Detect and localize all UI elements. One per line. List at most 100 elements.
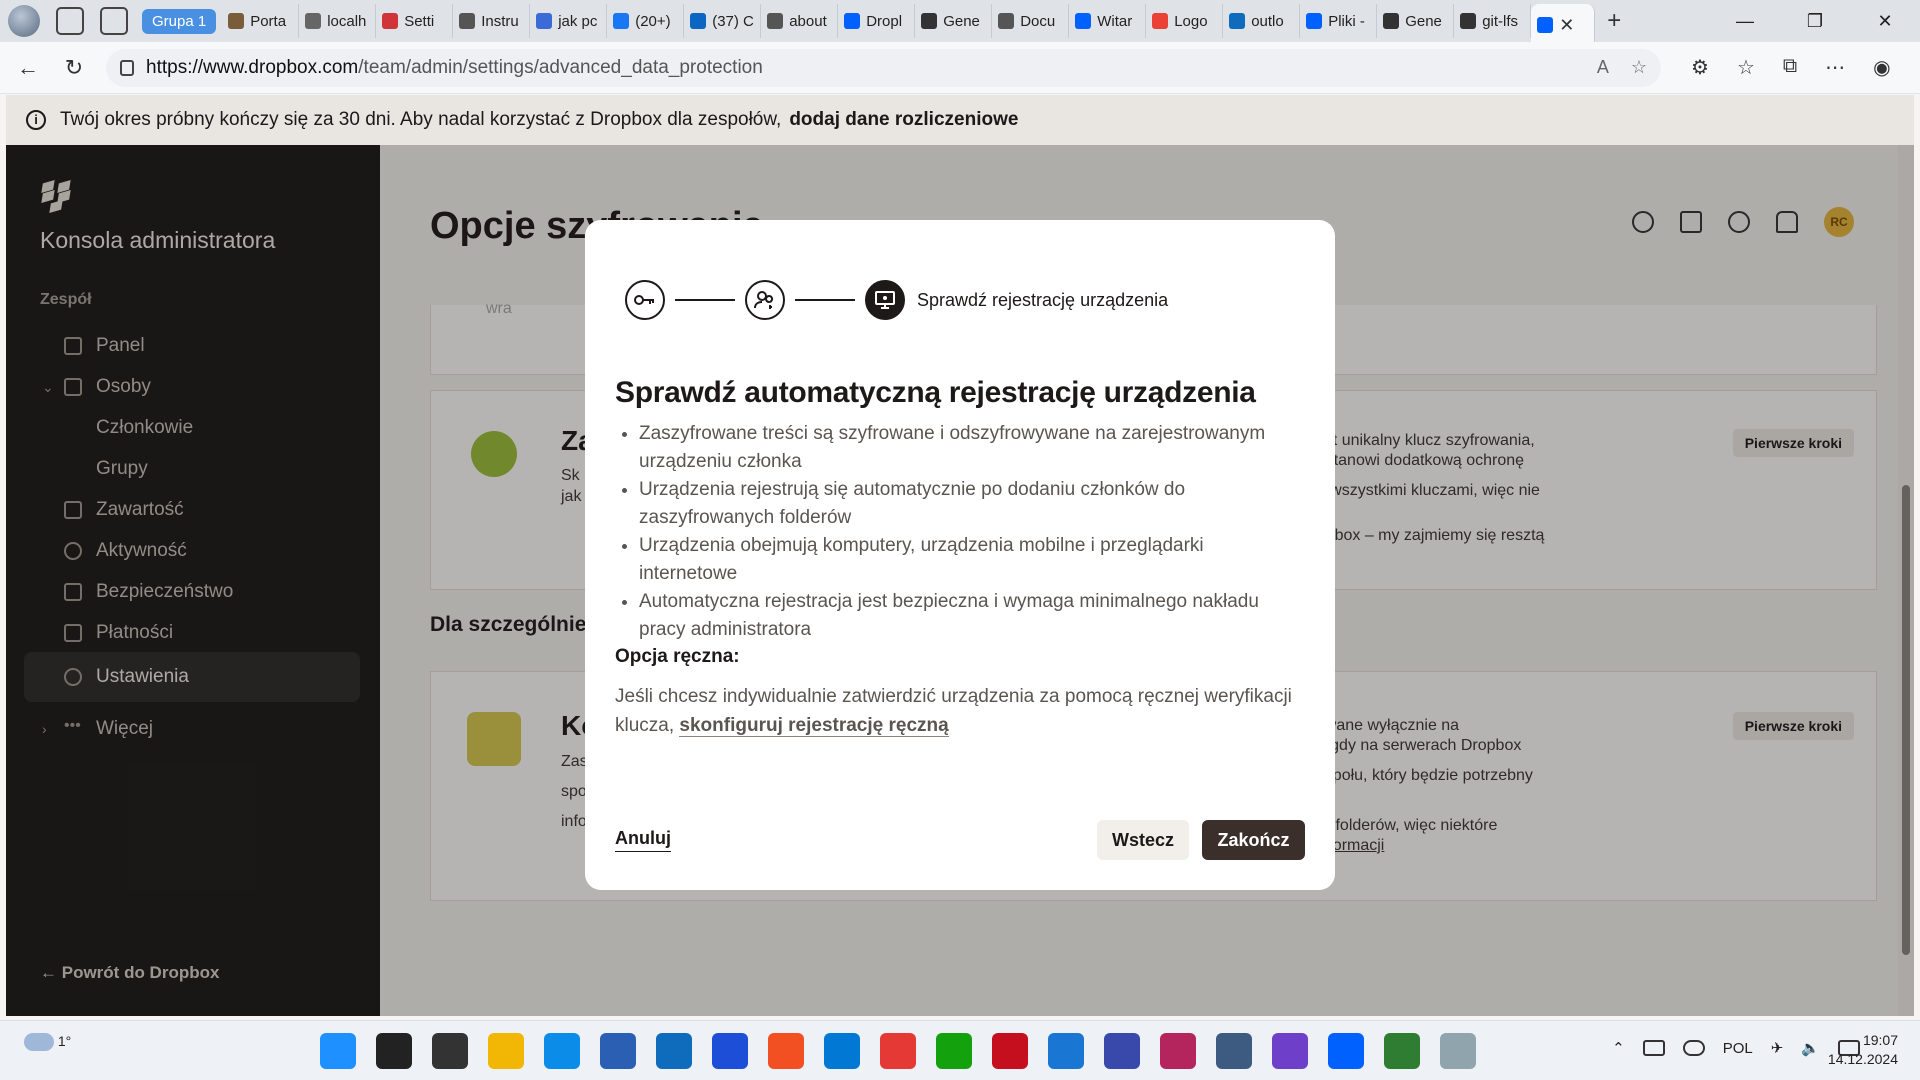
taskbar-app-icon[interactable] — [1272, 1033, 1308, 1069]
taskbar-app-icon[interactable] — [1328, 1033, 1364, 1069]
taskbar-app-icon[interactable] — [1048, 1033, 1084, 1069]
browser-tab[interactable]: Dropl — [838, 4, 916, 38]
taskbar-app-icon[interactable] — [488, 1033, 524, 1069]
weather-widget[interactable]: 1° — [24, 1033, 71, 1052]
cancel-button[interactable]: Anuluj — [615, 828, 671, 852]
tab-favicon-icon — [921, 13, 938, 29]
more-icon[interactable]: ⋯ — [1825, 55, 1845, 80]
window-controls: — ❐ ✕ — [1710, 0, 1920, 42]
info-icon: i — [26, 110, 46, 130]
taskbar-app-icon[interactable] — [656, 1033, 692, 1069]
minimize-icon[interactable]: — — [1710, 0, 1780, 42]
tab-group-chip[interactable]: Grupa 1 — [142, 8, 217, 34]
read-aloud-icon[interactable]: A — [1597, 57, 1609, 78]
taskbar: 1° ⌃ POL ✈ 🔈 19:07 14.12.2024 — [0, 1020, 1920, 1080]
volume-icon[interactable]: 🔈 — [1801, 1039, 1820, 1057]
tab-favicon-icon — [459, 13, 476, 29]
browser-tab[interactable]: Logo — [1146, 4, 1224, 38]
taskbar-app-icon[interactable] — [1160, 1033, 1196, 1069]
taskbar-app-icon[interactable] — [992, 1033, 1028, 1069]
clock[interactable]: 19:07 14.12.2024 — [1828, 1031, 1898, 1069]
browser-tab[interactable]: Gene — [1377, 4, 1455, 38]
browser-tab-strip: Grupa 1 Porta localh Setti Instru jak pc (20+… — [0, 0, 1920, 46]
url-field[interactable]: https://www.dropbox.com/team/admin/setti… — [106, 48, 1661, 87]
browser-tab[interactable]: Docu — [992, 4, 1070, 38]
tab-label: Setti — [404, 12, 435, 30]
tab-label: Gene — [943, 12, 980, 30]
tab-favicon-icon — [1152, 13, 1169, 29]
taskbar-app-icon[interactable] — [880, 1033, 916, 1069]
onedrive-icon[interactable] — [1682, 1040, 1705, 1056]
browser-tab[interactable]: outlo — [1223, 4, 1301, 38]
browser-tab[interactable]: Porta — [222, 4, 300, 38]
extensions-icon[interactable]: ⚙ — [1691, 55, 1709, 80]
taskbar-app-icon[interactable] — [712, 1033, 748, 1069]
taskbar-app-icon[interactable] — [1216, 1033, 1252, 1069]
favorites-icon[interactable]: ☆ — [1737, 55, 1755, 80]
back-arrow-icon[interactable]: ← — [10, 55, 46, 81]
browser-tab[interactable]: Witar — [1069, 4, 1147, 38]
language-indicator[interactable]: POL — [1723, 1040, 1753, 1057]
list-item: Urządzenia obejmują komputery, urządzeni… — [639, 532, 1307, 588]
browser-tab[interactable]: localh — [299, 4, 377, 38]
billing-link[interactable]: dodaj dane rozliczeniowe — [789, 109, 1018, 131]
close-window-icon[interactable]: ✕ — [1850, 0, 1920, 42]
browser-tab[interactable]: Setti — [376, 4, 454, 38]
step-connector — [795, 299, 855, 301]
taskbar-app-icon[interactable] — [936, 1033, 972, 1069]
taskbar-app-icon[interactable] — [824, 1033, 860, 1069]
browser-tab[interactable]: Pliki - — [1300, 4, 1378, 38]
browser-tab[interactable]: Instru — [453, 4, 531, 38]
key-icon — [634, 295, 654, 305]
tab-label: outlo — [1251, 12, 1284, 30]
restore-icon[interactable]: ❐ — [1780, 0, 1850, 42]
tab-favicon-icon — [1306, 13, 1323, 29]
browser-tab[interactable]: jak pc — [530, 4, 608, 38]
taskbar-app-icon[interactable] — [1104, 1033, 1140, 1069]
taskbar-app-icon[interactable] — [1384, 1033, 1420, 1069]
tab-favicon-icon — [998, 13, 1015, 29]
browser-tab[interactable]: (20+) — [607, 4, 685, 38]
tab-favicon-icon — [690, 13, 707, 29]
taskbar-app-icon[interactable] — [1440, 1033, 1476, 1069]
new-tab-icon[interactable]: + — [1607, 7, 1621, 35]
list-item: Automatyczna rejestracja jest bezpieczna… — [639, 588, 1307, 644]
profile-avatar[interactable] — [8, 5, 40, 37]
tab-favicon-icon — [536, 13, 553, 29]
tab-label: (37) C — [712, 12, 754, 30]
browser-tab[interactable]: (37) C — [684, 4, 762, 38]
collections-icon[interactable]: ⧉ — [1783, 55, 1797, 80]
tab-label: Docu — [1020, 12, 1056, 30]
list-item: Zaszyfrowane treści są szyfrowane i odsz… — [639, 420, 1307, 476]
favorite-star-icon[interactable]: ☆ — [1631, 57, 1647, 78]
browser-tab[interactable]: Gene — [915, 4, 993, 38]
copilot-icon[interactable]: ◉ — [1873, 55, 1890, 80]
tab-label: Logo — [1174, 12, 1208, 30]
address-bar: ← ↻ https://www.dropbox.com/team/admin/s… — [0, 42, 1920, 94]
browser-tab[interactable]: git-lfs — [1454, 4, 1532, 38]
system-tray: ⌃ POL ✈ 🔈 — [1612, 1039, 1860, 1057]
url-path: /team/admin/settings/advanced_data_prote… — [358, 56, 763, 78]
finish-button[interactable]: Zakończ — [1202, 820, 1305, 860]
active-tab[interactable]: ✕ — [1531, 4, 1596, 46]
taskbar-app-icon[interactable] — [544, 1033, 580, 1069]
taskbar-app-icon[interactable] — [768, 1033, 804, 1069]
lock-icon[interactable] — [120, 59, 134, 76]
taskbar-app-icon[interactable] — [376, 1033, 412, 1069]
browser-tab[interactable]: about — [761, 4, 839, 38]
chevron-up-icon[interactable]: ⌃ — [1612, 1039, 1625, 1057]
taskbar-app-icon[interactable] — [320, 1033, 356, 1069]
dropbox-tray-icon[interactable] — [1642, 1040, 1665, 1056]
back-button[interactable]: Wstecz — [1097, 820, 1189, 860]
close-tab-icon[interactable]: ✕ — [1559, 15, 1574, 36]
taskbar-app-icon[interactable] — [600, 1033, 636, 1069]
airplane-icon[interactable]: ✈ — [1771, 1039, 1784, 1057]
manual-registration-link[interactable]: skonfiguruj rejestrację ręczną — [679, 715, 949, 737]
tab-actions-icon[interactable] — [100, 7, 128, 35]
tab-label: Instru — [481, 12, 519, 30]
tab-favicon-icon — [1383, 13, 1400, 29]
stepper: Sprawdź rejestrację urządzenia — [625, 280, 1168, 320]
refresh-icon[interactable]: ↻ — [56, 55, 92, 81]
taskbar-app-icon[interactable] — [432, 1033, 468, 1069]
workspaces-icon[interactable] — [56, 7, 84, 35]
